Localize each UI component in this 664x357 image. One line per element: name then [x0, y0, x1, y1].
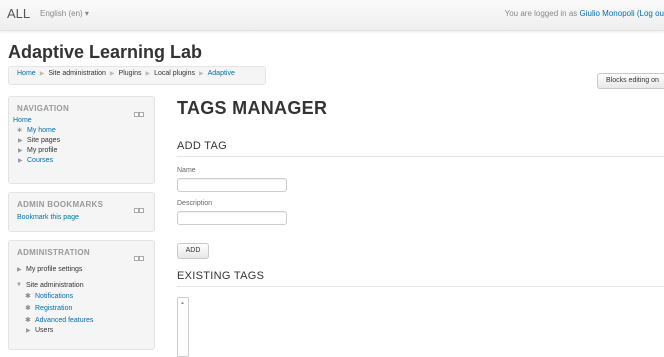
block-controls — [134, 248, 146, 254]
breadcrumb-separator-icon: ▶ — [110, 71, 115, 77]
user-profile-link[interactable]: Giulio Monopoli (Log ou — [580, 9, 664, 18]
admin-bookmarks-title: ADMIN BOOKMARKS — [17, 200, 103, 209]
add-tag-button[interactable]: ADD — [177, 243, 209, 259]
breadcrumb-bar: Home▶Site administration▶Plugins▶Local p… — [8, 66, 266, 85]
block-controls — [134, 104, 146, 110]
page-title: TAGS MANAGER — [177, 98, 327, 119]
block-controls — [134, 200, 146, 206]
breadcrumb-local-plugins[interactable]: Local plugins — [154, 70, 195, 77]
admin-bookmarks-block: ADMIN BOOKMARKS Bookmark this page — [8, 192, 155, 232]
hide-block-icon[interactable] — [139, 208, 144, 213]
login-info: You are logged in as Giulio Monopoli (Lo… — [505, 9, 664, 18]
admin-site-administration[interactable]: Site administration — [26, 282, 84, 289]
name-label: Name — [177, 167, 196, 174]
nav-home-link[interactable]: Home — [13, 117, 32, 124]
breadcrumb-separator-icon: ▶ — [146, 71, 151, 77]
breadcrumb-separator-icon: ▶ — [40, 71, 45, 77]
navigation-block-title: NAVIGATION — [17, 104, 69, 113]
brand-link[interactable]: ALL — [7, 6, 30, 21]
expand-arrow-icon[interactable]: ▶ — [18, 147, 23, 154]
admin-advanced-features-link[interactable]: Advanced features — [35, 317, 93, 324]
bullet-icon: ✱ — [17, 127, 22, 134]
admin-registration-link[interactable]: Registration — [35, 305, 72, 312]
section-divider — [177, 286, 664, 287]
add-tag-heading: ADD TAG — [177, 140, 227, 152]
gear-icon: ✱ — [25, 316, 31, 324]
nav-courses-link[interactable]: Courses — [27, 157, 53, 164]
nav-my-profile[interactable]: My profile — [27, 147, 57, 154]
navigation-block: NAVIGATION Home ✱ My home ▶ Site pages ▶… — [8, 96, 155, 184]
nav-site-pages[interactable]: Site pages — [27, 137, 60, 144]
breadcrumb: Home▶Site administration▶Plugins▶Local p… — [17, 70, 235, 77]
expand-arrow-icon[interactable]: ▶ — [18, 157, 23, 164]
description-label: Description — [177, 200, 212, 207]
login-prefix: You are logged in as — [505, 9, 580, 18]
language-menu[interactable]: English (en) ▾ — [40, 9, 89, 18]
admin-profile-settings[interactable]: My profile settings — [26, 266, 82, 273]
expand-arrow-icon[interactable]: ▶ — [18, 137, 23, 144]
admin-users[interactable]: Users — [35, 327, 53, 334]
collapse-arrow-icon[interactable]: ▼ — [16, 282, 22, 288]
breadcrumb-adaptive[interactable]: Adaptive — [208, 70, 235, 77]
breadcrumb-separator-icon: ▶ — [199, 71, 204, 77]
existing-tags-heading: EXISTING TAGS — [177, 270, 264, 282]
name-input[interactable] — [177, 178, 287, 192]
hide-block-icon[interactable] — [139, 112, 144, 117]
section-divider — [177, 156, 664, 157]
gear-icon: ✱ — [25, 292, 31, 300]
breadcrumb-plugins[interactable]: Plugins — [119, 70, 142, 77]
expand-arrow-icon[interactable]: ▶ — [26, 327, 31, 334]
existing-tags-list[interactable]: ▲ — [177, 297, 189, 357]
gear-icon: ✱ — [25, 304, 31, 312]
bookmark-page-link[interactable]: Bookmark this page — [17, 214, 79, 221]
administration-title: ADMINISTRATION — [17, 248, 90, 257]
administration-block: ADMINISTRATION ▶ My profile settings ▼ S… — [8, 240, 155, 350]
admin-notifications-link[interactable]: Notifications — [35, 293, 73, 300]
scroll-up-icon[interactable]: ▲ — [180, 300, 185, 306]
expand-arrow-icon[interactable]: ▶ — [17, 266, 22, 273]
nav-my-home-link[interactable]: My home — [27, 127, 56, 134]
blocks-editing-button[interactable]: Blocks editing on — [597, 73, 664, 89]
hide-block-icon[interactable] — [139, 256, 144, 261]
breadcrumb-home[interactable]: Home — [17, 70, 36, 77]
breadcrumb-site-admin[interactable]: Site administration — [48, 70, 106, 77]
site-title[interactable]: Adaptive Learning Lab — [8, 42, 202, 63]
description-input[interactable] — [177, 211, 287, 225]
top-navbar: ALL English (en) ▾ You are logged in as … — [0, 0, 664, 31]
